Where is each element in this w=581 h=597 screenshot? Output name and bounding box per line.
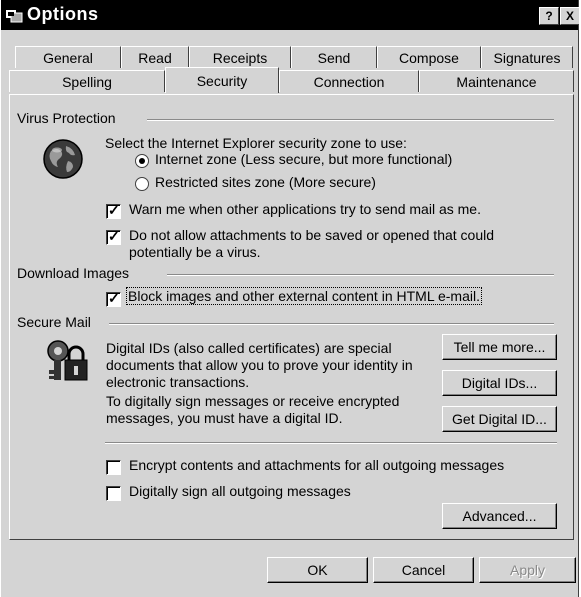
checkbox-attachments-label-line2[interactable]: potentially be a virus.	[129, 244, 261, 260]
ok-button[interactable]: OK	[267, 557, 368, 583]
window-icon	[5, 7, 23, 23]
advanced-button[interactable]: Advanced...	[442, 503, 557, 529]
cancel-button[interactable]: Cancel	[373, 557, 474, 583]
apply-button[interactable]: Apply	[479, 557, 576, 583]
secure-desc-line5: messages, you must have a digital ID.	[106, 410, 343, 426]
secure-desc-line2: documents that allow you to prove your i…	[106, 357, 413, 373]
close-button[interactable]: X	[560, 7, 579, 25]
tell-me-more-button[interactable]: Tell me more...	[442, 334, 557, 360]
tab-spelling[interactable]: Spelling	[9, 70, 165, 92]
tab-read[interactable]: Read	[121, 46, 189, 68]
checkbox-sign-label[interactable]: Digitally sign all outgoing messages	[129, 483, 351, 499]
radio-internet-zone-label[interactable]: Internet zone (Less secure, but more fun…	[155, 151, 452, 167]
tab-compose[interactable]: Compose	[377, 46, 481, 68]
checkmark-icon: ✓	[108, 290, 120, 306]
group-divider	[147, 119, 554, 121]
get-digital-id-button[interactable]: Get Digital ID...	[442, 406, 557, 432]
digital-ids-button[interactable]: Digital IDs...	[442, 370, 557, 396]
checkbox-attachments-label-line1[interactable]: Do not allow attachments to be saved or …	[129, 227, 494, 243]
window-title: Options	[27, 4, 99, 24]
title-bar[interactable]: Options ? X	[1, 0, 579, 30]
radio-restricted-zone-label[interactable]: Restricted sites zone (More secure)	[155, 174, 376, 190]
help-button[interactable]: ?	[539, 7, 559, 25]
tab-receipts[interactable]: Receipts	[189, 46, 291, 68]
options-dialog: Options ? X General Read Receipts Send C…	[0, 0, 579, 597]
tab-send[interactable]: Send	[291, 46, 377, 68]
checkbox-warn[interactable]: ✓	[106, 202, 121, 219]
secure-desc-line3: electronic transactions.	[106, 374, 250, 390]
globe-icon	[41, 137, 85, 181]
radio-restricted-zone[interactable]	[135, 177, 149, 191]
secure-mail-heading: Secure Mail	[17, 314, 95, 330]
tab-security[interactable]: Security	[165, 67, 279, 93]
tab-connection[interactable]: Connection	[279, 70, 419, 92]
checkmark-icon: ✓	[108, 228, 120, 244]
secure-desc-line1: Digital IDs (also called certificates) a…	[106, 340, 392, 356]
tab-row-2: Spelling Security Connection Maintenance	[9, 67, 574, 93]
checkbox-block-images[interactable]: ✓	[106, 290, 121, 307]
tab-row-1: General Read Receipts Send Compose Signa…	[15, 46, 573, 68]
virus-protection-heading: Virus Protection	[17, 110, 120, 126]
tab-maintenance[interactable]: Maintenance	[419, 70, 574, 92]
checkbox-attachments[interactable]: ✓	[106, 228, 121, 245]
checkbox-block-images-label[interactable]: Block images and other external content …	[126, 287, 482, 305]
group-divider	[109, 323, 554, 325]
radio-internet-zone[interactable]	[135, 154, 149, 168]
checkbox-sign[interactable]	[106, 486, 121, 501]
zone-prompt: Select the Internet Explorer security zo…	[105, 135, 407, 151]
checkbox-warn-label[interactable]: Warn me when other applications try to s…	[129, 201, 481, 217]
tab-signatures[interactable]: Signatures	[481, 46, 573, 68]
checkbox-encrypt[interactable]	[106, 460, 121, 475]
secure-desc-line4: To digitally sign messages or receive en…	[106, 393, 400, 409]
checkmark-icon: ✓	[108, 202, 120, 218]
section-divider	[105, 442, 557, 444]
download-images-heading: Download Images	[17, 265, 134, 281]
checkbox-encrypt-label[interactable]: Encrypt contents and attachments for all…	[129, 457, 504, 473]
keys-lock-icon	[45, 338, 89, 384]
tab-general[interactable]: General	[15, 46, 121, 68]
group-divider	[167, 274, 554, 276]
